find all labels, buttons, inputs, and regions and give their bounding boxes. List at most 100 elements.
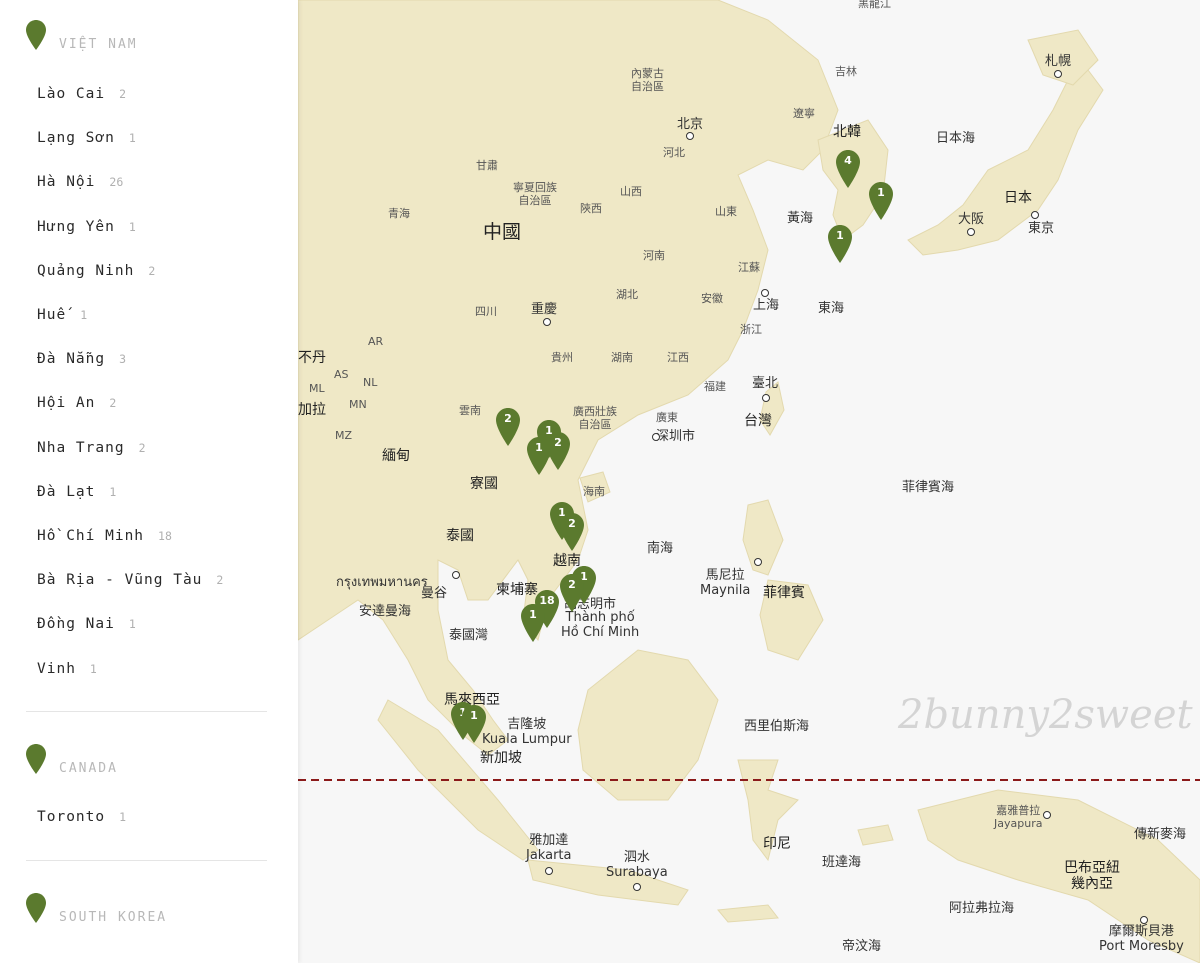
- map-place-label: 新加坡: [480, 750, 522, 766]
- city-count: 2: [109, 396, 117, 411]
- section-header: CANADA: [26, 744, 286, 784]
- city-dot-icon: [652, 433, 660, 441]
- city-count: 2: [216, 573, 224, 588]
- map-place-label: 臺北: [752, 376, 779, 391]
- country-title: VIỆT NAM: [59, 37, 138, 52]
- map-pin-icon: [26, 893, 46, 923]
- section-header: VIỆT NAM: [26, 20, 286, 60]
- city-item[interactable]: Toronto 1: [37, 809, 126, 825]
- map-place-label: 海南: [583, 485, 605, 498]
- map-place-label: 班達海: [822, 855, 862, 870]
- location-marker[interactable]: 2: [496, 408, 520, 446]
- map-place-label: 中國: [483, 221, 522, 243]
- city-item[interactable]: Quảng Ninh 2: [37, 263, 155, 279]
- marker-count: 2: [504, 412, 512, 425]
- map-place-label: 山西: [620, 185, 642, 198]
- city-item[interactable]: Lào Cai 2: [37, 86, 126, 102]
- city-item[interactable]: Hà Nội 26: [37, 174, 123, 190]
- map-place-label: กรุงเทพมหานคร: [336, 575, 428, 590]
- city-item[interactable]: Hội An 2: [37, 395, 116, 411]
- city-count: 26: [109, 175, 124, 190]
- city-count: 3: [119, 352, 127, 367]
- map-place-label: 陝西: [580, 202, 602, 215]
- city-name: Hưng Yên: [37, 218, 115, 235]
- map-place-label: 內蒙古 自治區: [631, 67, 664, 93]
- map-place-label: 安徽: [701, 292, 723, 305]
- country-title: CANADA: [59, 761, 118, 776]
- city-item[interactable]: Đà Nẵng 3: [37, 351, 126, 367]
- city-item[interactable]: Vinh 1: [37, 661, 97, 677]
- location-marker[interactable]: 2: [560, 574, 584, 612]
- map-place-label: AR: [368, 335, 384, 348]
- map-place-label: 大阪: [958, 212, 985, 227]
- map-place-label: 寧夏回族 自治區: [513, 181, 557, 207]
- map-place-label: 廣西壯族 自治區: [573, 405, 617, 431]
- map-place-label: 甘肅: [476, 159, 498, 172]
- city-count: 2: [148, 263, 156, 278]
- city-item[interactable]: Nha Trang 2: [37, 440, 146, 456]
- city-item[interactable]: Lạng Sơn 1: [37, 130, 136, 146]
- city-count: 2: [119, 87, 127, 101]
- map-place-label: 安達曼海: [359, 604, 412, 619]
- city-name: Đồng Nai: [37, 616, 115, 633]
- map-place-label: 北京: [677, 117, 704, 132]
- map-place-label: 河北: [663, 146, 685, 159]
- city-item[interactable]: Đồng Nai 1: [37, 616, 136, 632]
- city-name: Nha Trang: [37, 439, 125, 456]
- city-count: 1: [128, 219, 136, 234]
- map-place-label: AS: [334, 368, 349, 381]
- city-dot-icon: [1054, 70, 1062, 78]
- city-count: 1: [119, 810, 127, 824]
- location-marker[interactable]: 1: [462, 705, 486, 743]
- map-pin-icon: [26, 744, 46, 774]
- location-marker[interactable]: 4: [836, 150, 860, 188]
- city-count: 2: [138, 440, 146, 455]
- map-place-label: 嘉雅普拉 Jayapura: [994, 804, 1043, 830]
- map-place-label: 菲律賓海: [902, 480, 955, 495]
- map-place-label: 黑龍江: [858, 0, 891, 10]
- city-item[interactable]: Bà Rịa - Vũng Tàu 2: [37, 572, 223, 588]
- map-place-label: 江西: [667, 351, 689, 364]
- marker-count: 2: [568, 578, 576, 591]
- city-name: Huế: [37, 307, 67, 323]
- map-place-label: 廣東: [656, 411, 678, 424]
- map-place-label: 摩爾斯貝港 Port Moresby: [1099, 924, 1184, 954]
- map[interactable]: 黑龍江 札幌 吉林 內蒙古 自治區 北京 遼寧 北韓 日本海 河北 甘肅 寧夏回族 自治區 山西 日本 大阪東…: [298, 0, 1200, 963]
- map-place-label: 深圳市: [656, 429, 696, 444]
- city-item[interactable]: Đà Lạt 1: [37, 484, 116, 500]
- city-dot-icon: [761, 289, 769, 297]
- city-dot-icon: [1043, 811, 1051, 819]
- city-count: 1: [109, 484, 117, 499]
- map-place-label: 四川: [475, 305, 497, 318]
- map-place-label: 山東: [715, 205, 737, 218]
- map-place-label: 台灣: [744, 413, 772, 429]
- map-place-label: 柬埔寨: [496, 582, 538, 598]
- marker-count: 1: [535, 441, 543, 454]
- city-name: Bà Rịa - Vũng Tàu: [37, 572, 203, 589]
- map-place-label: 巴布亞紐 幾內亞: [1064, 860, 1120, 893]
- location-marker[interactable]: 1: [828, 225, 852, 263]
- location-marker[interactable]: 1: [521, 604, 545, 642]
- location-marker[interactable]: 2: [560, 513, 584, 551]
- city-item[interactable]: Hồ Chí Minh 18: [37, 528, 172, 544]
- city-dot-icon: [967, 228, 975, 236]
- map-place-label: 泗水 Surabaya: [606, 850, 668, 880]
- map-place-label: 吉林: [835, 65, 857, 78]
- map-place-label: 日本: [1004, 190, 1032, 206]
- map-place-label: 印尼: [763, 836, 791, 852]
- city-item[interactable]: Hưng Yên 1: [37, 219, 136, 235]
- city-item[interactable]: Huế 1: [37, 307, 87, 323]
- city-count: 1: [89, 661, 97, 676]
- map-place-label: 上海: [753, 298, 780, 313]
- map-place-label: 東海: [818, 301, 845, 316]
- map-place-label: 東京: [1028, 221, 1055, 236]
- marker-count: 1: [877, 186, 885, 199]
- map-place-label: 青海: [388, 207, 410, 220]
- map-place-label: 重慶: [531, 302, 558, 317]
- location-marker[interactable]: 1: [527, 437, 551, 475]
- marker-count: 1: [470, 709, 478, 722]
- map-land: [298, 0, 1200, 963]
- city-name: Hà Nội: [37, 174, 96, 191]
- map-place-label: 黃海: [787, 211, 814, 226]
- location-marker[interactable]: 1: [869, 182, 893, 220]
